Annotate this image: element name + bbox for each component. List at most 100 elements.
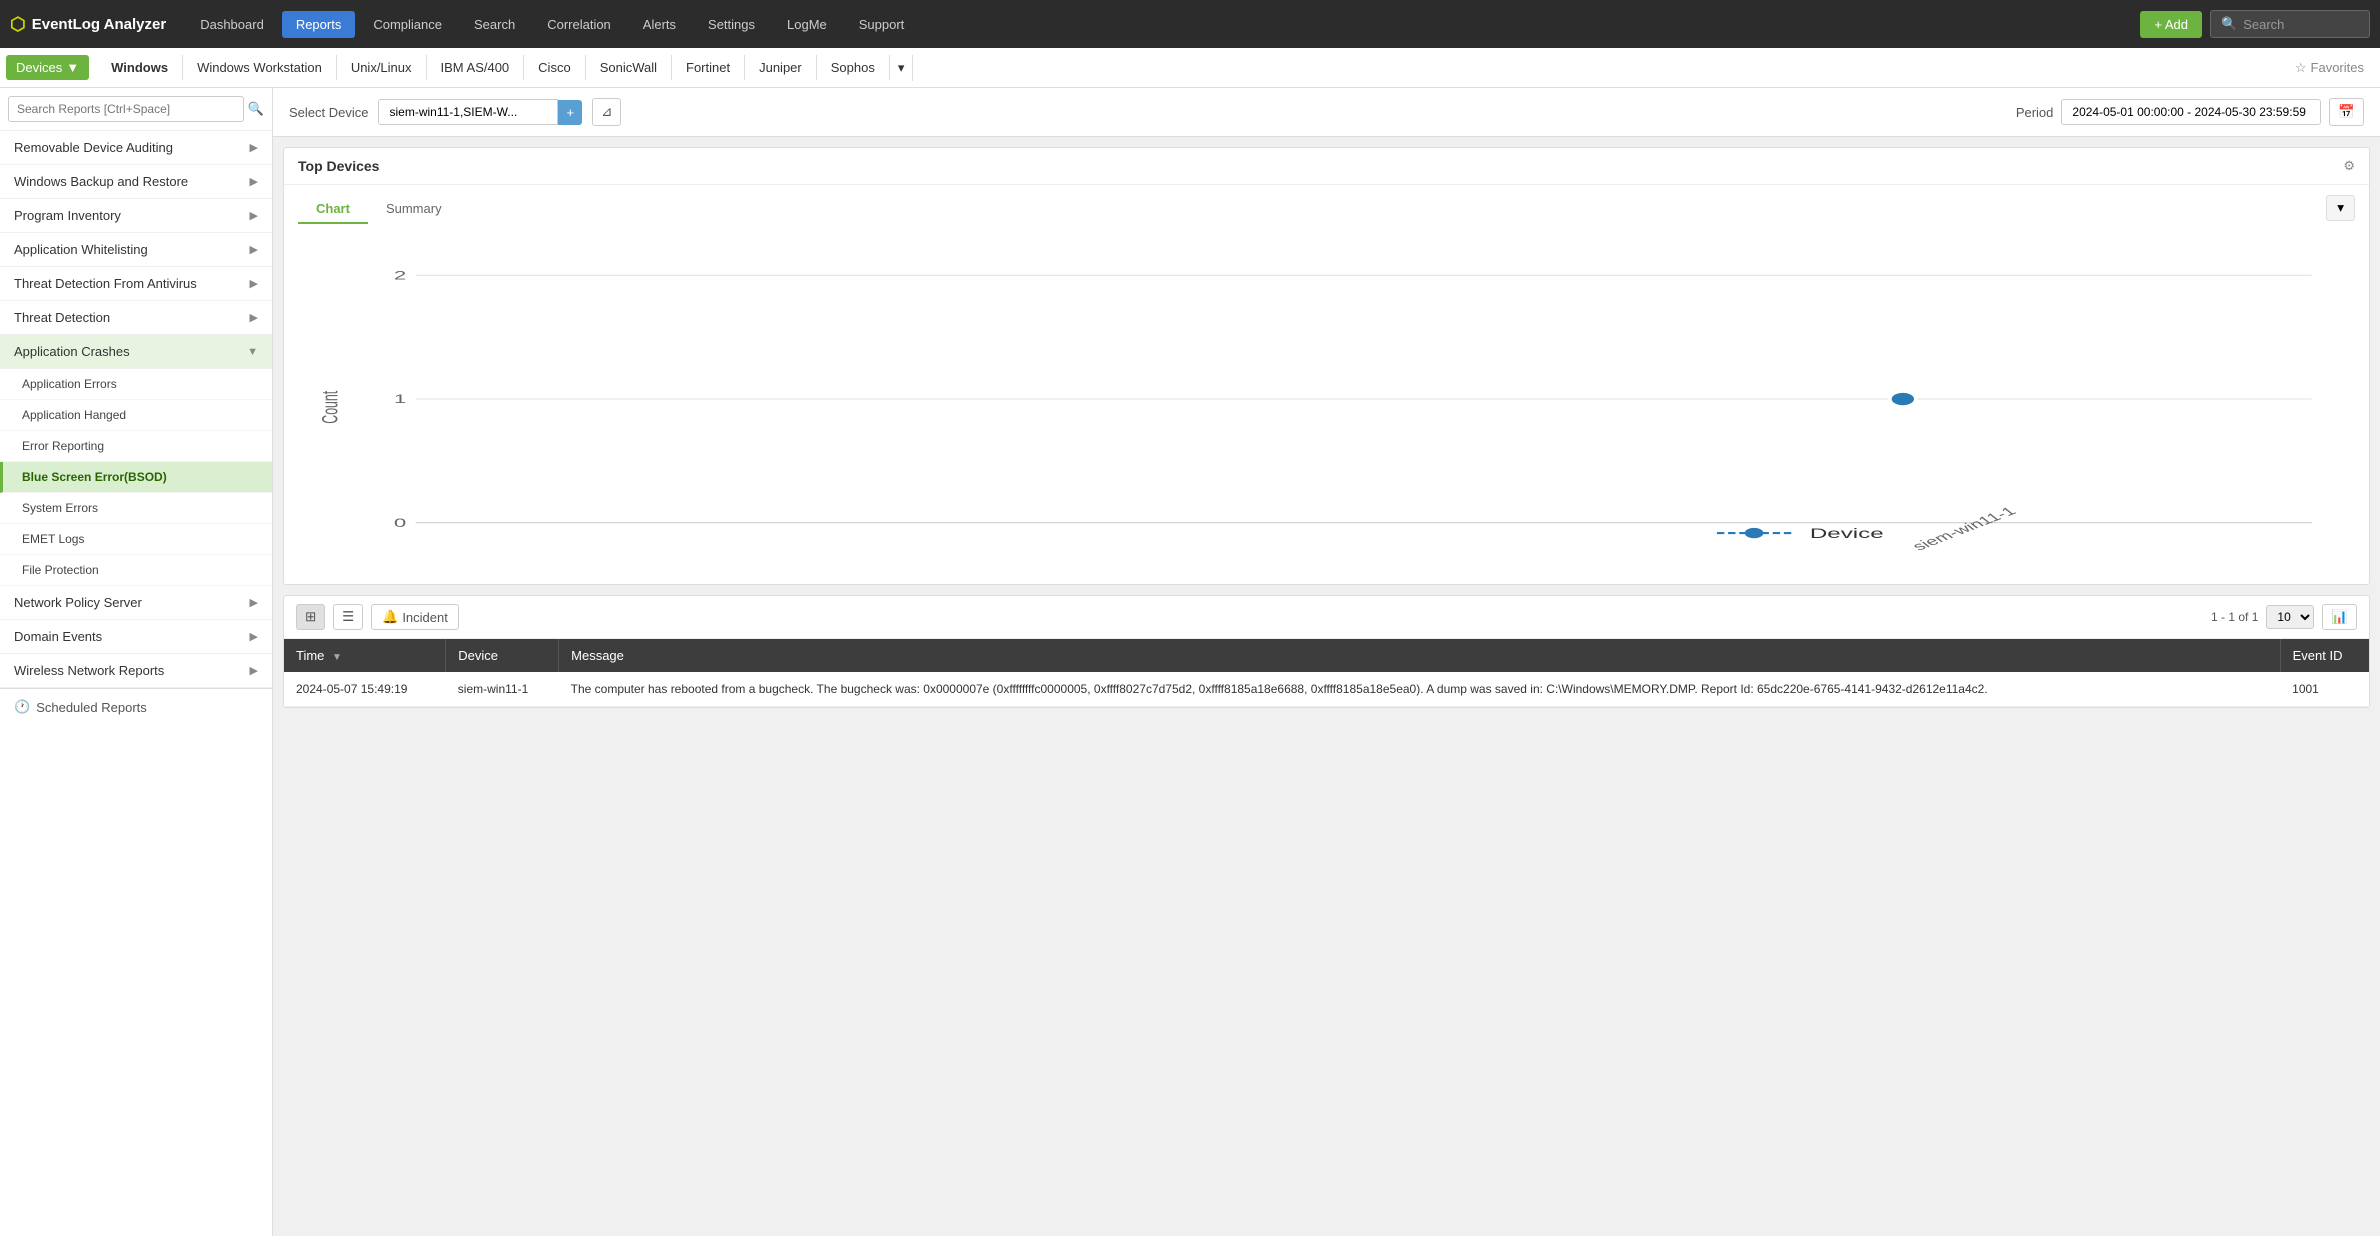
sidebar-search-input[interactable] [8,96,244,122]
table-pagination: 1 - 1 of 1 10 📊 [2211,604,2357,630]
nav-compliance[interactable]: Compliance [359,11,456,38]
subnav-windows-workstation[interactable]: Windows Workstation [183,55,337,80]
clock-icon: 🕐 [14,699,30,715]
list-view-button[interactable]: ☰ [333,604,363,630]
svg-text:Device: Device [1810,527,1884,542]
device-selector: + [378,99,582,125]
subnav-more-button[interactable]: ▾ [890,55,914,81]
main-layout: 🔍 Removable Device Auditing ▶ Windows Ba… [0,88,2380,1236]
top-search-box[interactable]: 🔍 Search [2210,10,2370,38]
sidebar-item-program-inventory[interactable]: Program Inventory ▶ [0,199,272,233]
sidebar-subitem-error-reporting[interactable]: Error Reporting [0,431,272,462]
devices-label: Devices [16,60,62,75]
nav-settings[interactable]: Settings [694,11,769,38]
sidebar-subitem-file-protection[interactable]: File Protection [0,555,272,586]
devices-dropdown-button[interactable]: Devices ▼ [6,55,89,80]
search-icon: 🔍 [2221,16,2237,32]
col-event-id[interactable]: Event ID [2280,639,2369,672]
content-area: Select Device + ⊿ Period 📅 Top Devices ⚙ [273,88,2380,1236]
chevron-down-icon: ▼ [247,346,258,358]
sidebar-subitem-application-errors[interactable]: Application Errors [0,369,272,400]
chevron-right-icon: ▶ [250,243,258,256]
sidebar-item-threat-detection-antivirus[interactable]: Threat Detection From Antivirus ▶ [0,267,272,301]
scheduled-reports-link[interactable]: 🕐 Scheduled Reports [0,688,272,725]
tab-summary[interactable]: Summary [368,195,460,224]
col-time[interactable]: Time ▼ [284,639,446,672]
col-device[interactable]: Device [446,639,559,672]
per-page-select[interactable]: 10 [2266,605,2314,629]
favorites-label: Favorites [2311,60,2364,75]
sidebar-item-wireless-network[interactable]: Wireless Network Reports ▶ [0,654,272,688]
nav-correlation[interactable]: Correlation [533,11,625,38]
sidebar-subitem-system-errors[interactable]: System Errors [0,493,272,524]
calendar-icon: 📅 [2338,104,2355,119]
chart-tabs: Chart Summary [284,185,474,224]
star-icon: ☆ [2295,60,2307,76]
subnav-sonicwall[interactable]: SonicWall [586,55,672,80]
sidebar-item-label: Application Whitelisting [14,242,148,257]
subnav-ibm-as400[interactable]: IBM AS/400 [427,55,525,80]
table-section: ⊞ ☰ 🔔 Incident 1 - 1 of 1 10 📊 [283,595,2370,708]
subnav-juniper[interactable]: Juniper [745,55,817,80]
data-table: Time ▼ Device Message Event ID [284,639,2369,707]
sidebar-item-label: Program Inventory [14,208,121,223]
period-input[interactable] [2061,99,2321,125]
incident-button[interactable]: 🔔 Incident [371,604,459,630]
sidebar-item-application-whitelisting[interactable]: Application Whitelisting ▶ [0,233,272,267]
sidebar-item-windows-backup[interactable]: Windows Backup and Restore ▶ [0,165,272,199]
export-icon: 📊 [2331,609,2348,624]
nav-alerts[interactable]: Alerts [629,11,690,38]
favorites-button[interactable]: ☆ Favorites [2285,55,2374,81]
sidebar-subitem-application-hanged[interactable]: Application Hanged [0,400,272,431]
settings-icon[interactable]: ⚙ [2343,158,2355,174]
sidebar-subitem-emet-logs[interactable]: EMET Logs [0,524,272,555]
chevron-right-icon: ▶ [250,596,258,609]
device-input[interactable] [378,99,558,125]
device-add-button[interactable]: + [558,100,582,125]
sidebar-item-label: Domain Events [14,629,102,644]
subnav-unix-linux[interactable]: Unix/Linux [337,55,427,80]
chevron-right-icon: ▶ [250,209,258,222]
nav-reports[interactable]: Reports [282,11,356,38]
chart-title: Top Devices [298,158,379,174]
chart-collapse-button[interactable]: ▾ [2326,195,2355,221]
chevron-right-icon: ▶ [250,664,258,677]
sidebar-item-label: Removable Device Auditing [14,140,173,155]
logo-icon: ⬡ [10,14,26,35]
filter-button[interactable]: ⊿ [592,98,621,126]
sidebar: 🔍 Removable Device Auditing ▶ Windows Ba… [0,88,273,1236]
sidebar-item-label: Threat Detection From Antivirus [14,276,197,291]
search-placeholder: Search [2243,17,2284,32]
sidebar-item-removable-device[interactable]: Removable Device Auditing ▶ [0,131,272,165]
sidebar-search-icon: 🔍 [248,101,264,117]
table-row: 2024-05-07 15:49:19 siem-win11-1 The com… [284,672,2369,707]
brand-logo: ⬡ EventLog Analyzer [10,14,166,35]
nav-logme[interactable]: LogMe [773,11,841,38]
calendar-button[interactable]: 📅 [2329,98,2364,126]
subnav-windows[interactable]: Windows [97,55,183,80]
grid-view-button[interactable]: ⊞ [296,604,325,630]
subnav-sophos[interactable]: Sophos [817,55,890,80]
subnav-fortinet[interactable]: Fortinet [672,55,745,80]
sidebar-item-label: Network Policy Server [14,595,142,610]
sidebar-item-threat-detection[interactable]: Threat Detection ▶ [0,301,272,335]
add-button[interactable]: + Add [2140,11,2202,38]
sidebar-item-application-crashes[interactable]: Application Crashes ▼ [0,335,272,369]
nav-dashboard[interactable]: Dashboard [186,11,278,38]
tab-chart[interactable]: Chart [298,195,368,224]
col-message[interactable]: Message [559,639,2281,672]
nav-support[interactable]: Support [845,11,919,38]
export-button[interactable]: 📊 [2322,604,2357,630]
svg-text:1: 1 [394,392,406,406]
sort-icon: ▼ [332,652,342,663]
sidebar-subitem-blue-screen-error[interactable]: Blue Screen Error(BSOD) [0,462,272,493]
chevron-right-icon: ▶ [250,277,258,290]
sidebar-item-label: Windows Backup and Restore [14,174,188,189]
sidebar-item-network-policy-server[interactable]: Network Policy Server ▶ [0,586,272,620]
sidebar-item-domain-events[interactable]: Domain Events ▶ [0,620,272,654]
top-navigation: ⬡ EventLog Analyzer Dashboard Reports Co… [0,0,2380,48]
list-icon: ☰ [342,609,354,624]
subnav-cisco[interactable]: Cisco [524,55,586,80]
brand-name: EventLog Analyzer [32,16,166,33]
nav-search[interactable]: Search [460,11,529,38]
